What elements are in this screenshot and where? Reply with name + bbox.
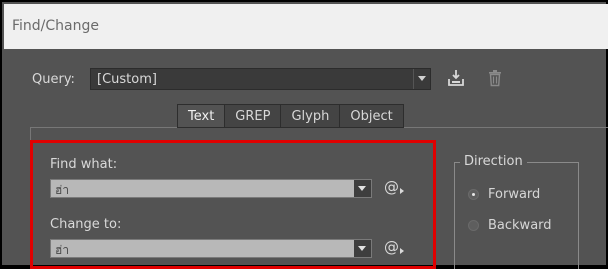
direction-group [454,162,579,269]
title-bar: Find/Change [4,4,608,49]
delete-query-icon[interactable] [487,69,503,87]
query-value: [Custom] [97,72,157,87]
title-bar-edge [592,4,608,49]
query-dropdown[interactable]: [Custom] [90,68,431,90]
search-type-tabs: Text GREP Glyph Object [177,104,404,128]
tab-glyph[interactable]: Glyph [281,104,341,128]
radio-selected-icon[interactable] [468,189,479,200]
forward-label: Forward [488,187,541,202]
direction-forward-option[interactable]: Forward [468,187,540,202]
direction-backward-option[interactable]: Backward [468,218,552,233]
radio-unselected-icon[interactable] [468,220,479,231]
direction-legend: Direction [460,154,527,169]
tab-grep[interactable]: GREP [225,104,282,128]
tab-object[interactable]: Object [340,104,404,128]
tab-text[interactable]: Text [177,104,226,128]
find-change-dialog: Find/Change Query: [Custom] Text GREP Gl… [0,0,608,269]
query-label: Query: [32,72,75,87]
highlight-box [30,140,436,269]
backward-label: Backward [488,218,552,233]
chevron-down-icon[interactable] [413,69,430,89]
save-query-icon[interactable] [447,69,465,87]
window-title: Find/Change [12,18,100,34]
